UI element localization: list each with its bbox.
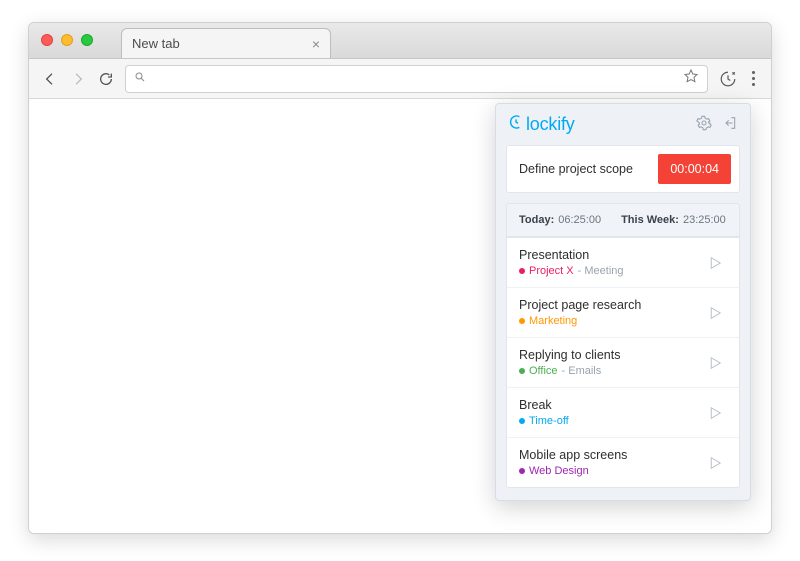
entry-task: - Meeting <box>578 265 624 277</box>
browser-tab[interactable]: New tab × <box>121 28 331 58</box>
entry-meta: Time-off <box>519 415 703 427</box>
browser-menu-button[interactable] <box>748 71 759 86</box>
active-timer: Define project scope 00:00:04 <box>506 145 740 193</box>
maximize-window-button[interactable] <box>81 34 93 46</box>
entry-project: Marketing <box>529 315 577 327</box>
entry-info: Mobile app screens Web Design <box>519 448 703 477</box>
summary-week-label: This Week: <box>621 214 679 226</box>
summary-today: Today: 06:25:00 <box>519 214 601 226</box>
back-button[interactable] <box>41 70 59 88</box>
logout-icon[interactable] <box>722 115 738 134</box>
time-summary: Today: 06:25:00 This Week: 23:25:00 <box>506 203 740 236</box>
entry-info: Replying to clients Office - Emails <box>519 348 703 377</box>
minimize-window-button[interactable] <box>61 34 73 46</box>
summary-today-value: 06:25:00 <box>558 214 601 226</box>
entry-task: - Emails <box>562 365 602 377</box>
toolbar <box>29 59 771 99</box>
close-tab-button[interactable]: × <box>312 36 320 52</box>
entry-meta: Project X - Meeting <box>519 265 703 277</box>
settings-icon[interactable] <box>696 115 712 134</box>
bookmark-icon[interactable] <box>683 68 699 89</box>
clockify-logo: lockify <box>508 114 575 135</box>
close-window-button[interactable] <box>41 34 53 46</box>
play-button[interactable] <box>703 301 727 325</box>
forward-button[interactable] <box>69 70 87 88</box>
entry-title: Break <box>519 398 703 412</box>
browser-window: New tab × <box>28 22 772 534</box>
project-color-dot <box>519 468 525 474</box>
entry-meta: Marketing <box>519 315 703 327</box>
project-color-dot <box>519 268 525 274</box>
play-button[interactable] <box>703 351 727 375</box>
project-color-dot <box>519 418 525 424</box>
timer-description[interactable]: Define project scope <box>519 162 650 176</box>
window-controls <box>41 22 121 58</box>
clockify-logo-icon <box>508 114 524 135</box>
clockify-popup: lockify Define project scope 00:00:04 <box>495 103 751 501</box>
summary-week: This Week: 23:25:00 <box>621 214 726 226</box>
tab-title: New tab <box>132 36 180 51</box>
entry-info: Project page research Marketing <box>519 298 703 327</box>
entry-project: Web Design <box>529 465 589 477</box>
tab-bar: New tab × <box>29 23 771 59</box>
entry-title: Mobile app screens <box>519 448 703 462</box>
entry-title: Presentation <box>519 248 703 262</box>
project-color-dot <box>519 318 525 324</box>
time-entry[interactable]: Presentation Project X - Meeting <box>507 237 739 287</box>
entry-project: Office <box>529 365 558 377</box>
entry-title: Project page research <box>519 298 703 312</box>
summary-today-label: Today: <box>519 214 554 226</box>
entry-info: Presentation Project X - Meeting <box>519 248 703 277</box>
entries-list: Presentation Project X - Meeting Project p… <box>506 236 740 488</box>
play-button[interactable] <box>703 401 727 425</box>
search-icon <box>134 70 146 88</box>
entry-title: Replying to clients <box>519 348 703 362</box>
popup-header: lockify <box>496 104 750 143</box>
time-entry[interactable]: Mobile app screens Web Design <box>507 437 739 487</box>
play-button[interactable] <box>703 251 727 275</box>
entry-meta: Office - Emails <box>519 365 703 377</box>
page-content: lockify Define project scope 00:00:04 <box>29 99 771 533</box>
address-bar[interactable] <box>125 65 708 93</box>
project-color-dot <box>519 368 525 374</box>
reload-button[interactable] <box>97 70 115 88</box>
timer-elapsed: 00:00:04 <box>670 162 719 176</box>
time-entry[interactable]: Project page research Marketing <box>507 287 739 337</box>
time-entry[interactable]: Replying to clients Office - Emails <box>507 337 739 387</box>
entry-info: Break Time-off <box>519 398 703 427</box>
play-button[interactable] <box>703 451 727 475</box>
time-entry[interactable]: Break Time-off <box>507 387 739 437</box>
clockify-extension-icon[interactable] <box>718 69 738 89</box>
summary-week-value: 23:25:00 <box>683 214 726 226</box>
entry-meta: Web Design <box>519 465 703 477</box>
stop-timer-button[interactable]: 00:00:04 <box>658 154 731 184</box>
entry-project: Project X <box>529 265 574 277</box>
entry-project: Time-off <box>529 415 569 427</box>
clockify-logo-text: lockify <box>526 114 575 135</box>
